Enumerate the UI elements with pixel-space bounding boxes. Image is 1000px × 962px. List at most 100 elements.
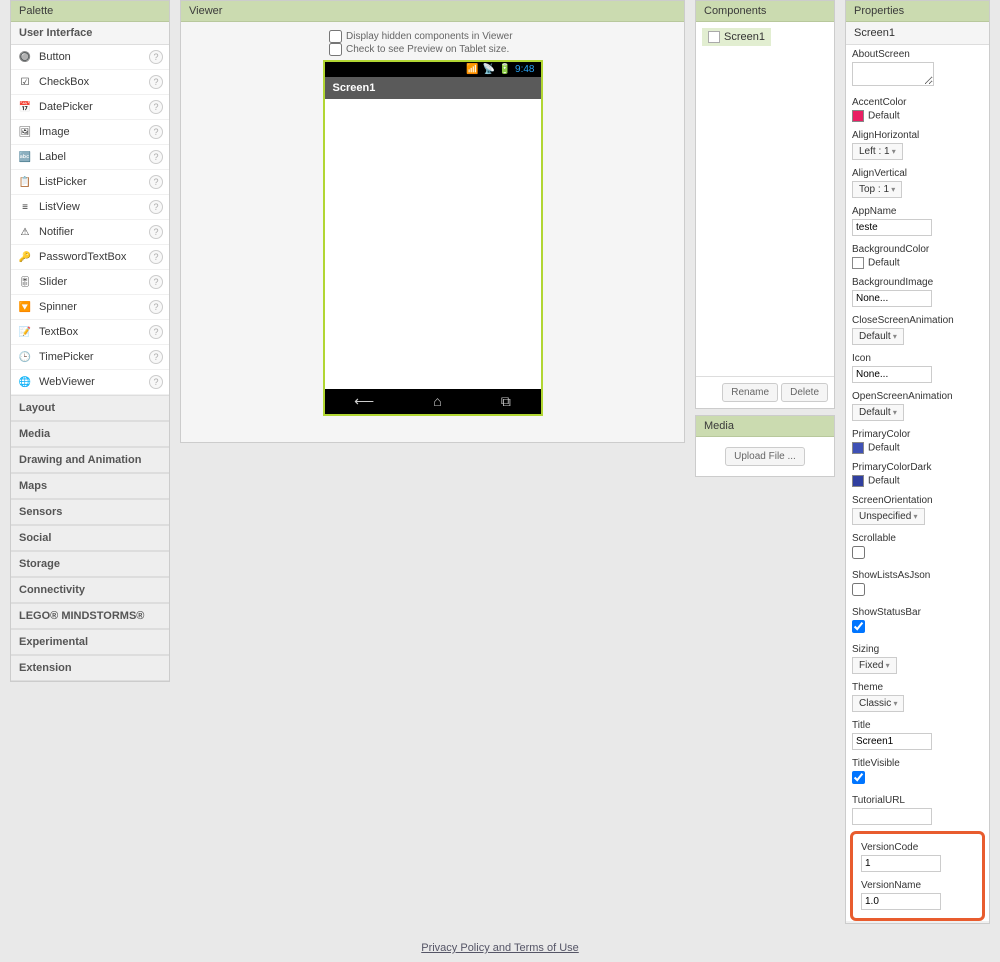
palette-item-datepicker[interactable]: 📅DatePicker? xyxy=(11,95,169,120)
palette-category-layout[interactable]: Layout xyxy=(11,395,169,421)
signal-icon: 📶 xyxy=(466,64,479,75)
accentcolor-swatch[interactable] xyxy=(852,110,864,122)
component-name: Screen1 xyxy=(724,31,765,43)
primarycolordark-swatch[interactable] xyxy=(852,475,864,487)
delete-button[interactable]: Delete xyxy=(781,383,828,402)
palette-category-sensors[interactable]: Sensors xyxy=(11,499,169,525)
prop-theme-label: Theme xyxy=(852,682,983,693)
phone-screen-title: Screen1 xyxy=(325,77,541,99)
prop-orientation-select[interactable]: Unspecified xyxy=(852,508,925,525)
palette-item-spinner[interactable]: 🔽 Spinner? xyxy=(11,295,169,320)
phone-preview: 📶 📡 🔋 9:48 Screen1 ⟵ ⌂ ⧉ xyxy=(323,60,543,416)
prop-primarycolor-label: PrimaryColor xyxy=(852,429,983,440)
palette-category-extension[interactable]: Extension xyxy=(11,655,169,681)
prop-openanim-label: OpenScreenAnimation xyxy=(852,391,983,402)
palette-category-social[interactable]: Social xyxy=(11,525,169,551)
prop-icon-label: Icon xyxy=(852,353,983,364)
prop-versionname-input[interactable] xyxy=(861,893,941,910)
prop-titlevisible-check[interactable] xyxy=(852,771,865,784)
prop-title-input[interactable] xyxy=(852,733,932,750)
palette-item-label: TimePicker xyxy=(39,351,149,363)
prop-primarycolor-value: Default xyxy=(868,443,900,454)
btn-icon: 🔘 xyxy=(17,49,33,65)
palette-item-textbox[interactable]: 📝TextBox? xyxy=(11,320,169,345)
palette-item-label: Spinner xyxy=(39,301,149,313)
phone-screen[interactable] xyxy=(325,99,541,389)
footer-link[interactable]: Privacy Policy and Terms of Use xyxy=(421,942,579,954)
prop-icon-input[interactable] xyxy=(852,366,932,383)
prop-alignv-label: AlignVertical xyxy=(852,168,983,179)
palette-item-button[interactable]: 🔘Button? xyxy=(11,45,169,70)
prop-accentcolor-value: Default xyxy=(868,111,900,122)
time-icon: 🕒 xyxy=(17,349,33,365)
spin-icon: 🔽 xyxy=(17,299,33,315)
palette-item-label: Notifier xyxy=(39,226,149,238)
help-icon[interactable]: ? xyxy=(149,175,163,189)
help-icon[interactable]: ? xyxy=(149,375,163,389)
help-icon[interactable]: ? xyxy=(149,75,163,89)
prop-showlistsasjson-check[interactable] xyxy=(852,583,865,596)
wifi-icon: 📡 xyxy=(483,64,496,75)
palette-item-webviewer[interactable]: 🌐WebViewer? xyxy=(11,370,169,395)
palette-item-passwordtextbox[interactable]: 🔑PasswordTextBox? xyxy=(11,245,169,270)
pwd-icon: 🔑 xyxy=(17,249,33,265)
viewer-opt-tablet-check[interactable] xyxy=(329,43,342,56)
help-icon[interactable]: ? xyxy=(149,350,163,364)
phone-time: 9:48 xyxy=(515,64,534,75)
viewer-opt-tablet[interactable]: Check to see Preview on Tablet size. xyxy=(329,43,676,56)
help-icon[interactable]: ? xyxy=(149,325,163,339)
palette-item-listpicker[interactable]: 📋ListPicker? xyxy=(11,170,169,195)
prop-showstatusbar-check[interactable] xyxy=(852,620,865,633)
prop-alignv-select[interactable]: Top : 1 xyxy=(852,181,902,198)
prop-sizing-label: Sizing xyxy=(852,644,983,655)
palette-item-listview[interactable]: ≡ListView? xyxy=(11,195,169,220)
web-icon: 🌐 xyxy=(17,374,33,390)
help-icon[interactable]: ? xyxy=(149,200,163,214)
help-icon[interactable]: ? xyxy=(149,275,163,289)
help-icon[interactable]: ? xyxy=(149,225,163,239)
prop-appname-input[interactable] xyxy=(852,219,932,236)
prop-tutorialurl-input[interactable] xyxy=(852,808,932,825)
palette-category-experimental[interactable]: Experimental xyxy=(11,629,169,655)
palette-category-drawing-and-animation[interactable]: Drawing and Animation xyxy=(11,447,169,473)
prop-alignh-select[interactable]: Left : 1 xyxy=(852,143,903,160)
prop-bgimage-input[interactable] xyxy=(852,290,932,307)
palette-item-checkbox[interactable]: ☑CheckBox? xyxy=(11,70,169,95)
palette-item-image[interactable]: 🖼Image? xyxy=(11,120,169,145)
palette-ui-header[interactable]: User Interface xyxy=(11,22,169,45)
palette-item-label[interactable]: 🔤Label? xyxy=(11,145,169,170)
recent-icon: ⧉ xyxy=(501,393,511,410)
viewer-opt-hidden[interactable]: Display hidden components in Viewer xyxy=(329,30,676,43)
upload-file-button[interactable]: Upload File ... xyxy=(725,447,805,466)
help-icon[interactable]: ? xyxy=(149,50,163,64)
prop-sizing-select[interactable]: Fixed xyxy=(852,657,897,674)
prop-aboutscreen-input[interactable] xyxy=(852,62,934,86)
footer: Privacy Policy and Terms of Use xyxy=(0,934,1000,962)
palette-category-lego-mindstorms-[interactable]: LEGO® MINDSTORMS® xyxy=(11,603,169,629)
palette-category-storage[interactable]: Storage xyxy=(11,551,169,577)
highlight-box: VersionCode VersionName xyxy=(850,831,985,921)
prop-scrollable-check[interactable] xyxy=(852,546,865,559)
viewer-opt-hidden-check[interactable] xyxy=(329,30,342,43)
prop-closeanim-select[interactable]: Default xyxy=(852,328,904,345)
prop-openanim-select[interactable]: Default xyxy=(852,404,904,421)
help-icon[interactable]: ? xyxy=(149,250,163,264)
rename-button[interactable]: Rename xyxy=(722,383,778,402)
prop-theme-select[interactable]: Classic xyxy=(852,695,904,712)
component-tree-root[interactable]: Screen1 xyxy=(702,28,771,46)
bgcolor-swatch[interactable] xyxy=(852,257,864,269)
prop-scrollable-label: Scrollable xyxy=(852,533,983,544)
prop-orientation-label: ScreenOrientation xyxy=(852,495,983,506)
palette-item-slider[interactable]: 🎚Slider? xyxy=(11,270,169,295)
help-icon[interactable]: ? xyxy=(149,150,163,164)
help-icon[interactable]: ? xyxy=(149,125,163,139)
help-icon[interactable]: ? xyxy=(149,300,163,314)
primarycolor-swatch[interactable] xyxy=(852,442,864,454)
palette-category-maps[interactable]: Maps xyxy=(11,473,169,499)
help-icon[interactable]: ? xyxy=(149,100,163,114)
palette-item-notifier[interactable]: ⚠Notifier? xyxy=(11,220,169,245)
palette-category-media[interactable]: Media xyxy=(11,421,169,447)
palette-category-connectivity[interactable]: Connectivity xyxy=(11,577,169,603)
date-icon: 📅 xyxy=(17,99,33,115)
palette-item-timepicker[interactable]: 🕒 TimePicker? xyxy=(11,345,169,370)
